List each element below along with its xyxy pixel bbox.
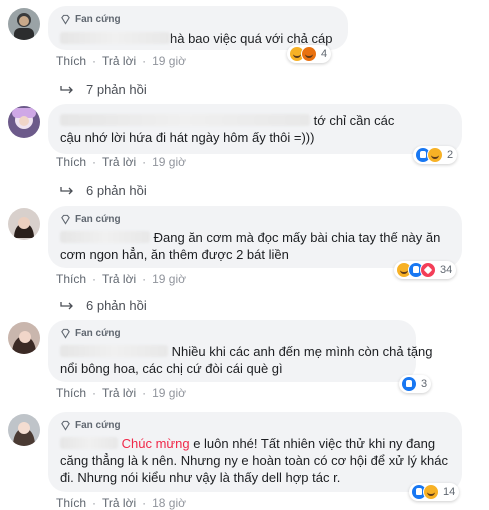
angry-icon <box>301 46 317 62</box>
view-replies[interactable]: 6 phản hồi <box>60 183 147 198</box>
diamond-icon <box>61 214 70 225</box>
comment-bubble: Fan cứng Chúc mừng e luôn nhé! Tất nhiên… <box>48 412 462 492</box>
comment-bubble: Fan cứng Nhiều khi các anh đến mẹ mình c… <box>48 320 433 382</box>
timestamp[interactable]: 18 giờ <box>152 496 186 510</box>
comment-actions: Thích · Trả lời · 19 giờ <box>56 54 186 68</box>
comment-text-line-1: e luôn nhé! Tất nhiên việc thử khi ny đa… <box>189 436 436 451</box>
commenter-name[interactable] <box>60 114 310 126</box>
view-replies[interactable]: 6 phản hồi <box>60 298 147 313</box>
like-link[interactable]: Thích <box>56 155 86 169</box>
commenter-name[interactable] <box>60 231 150 243</box>
diamond-icon <box>61 328 70 339</box>
replies-count[interactable]: 7 phản hồi <box>86 82 147 97</box>
comment-text: hà bao việc quá với chả cáp <box>170 31 333 46</box>
timestamp[interactable]: 19 giờ <box>152 155 186 169</box>
replies-count[interactable]: 6 phản hồi <box>86 183 147 198</box>
diamond-icon <box>61 420 70 431</box>
avatar[interactable] <box>8 414 40 446</box>
comment-text-line-2: cơm ngon hẳn, ăn thêm được 2 bát liền <box>60 247 289 262</box>
comment-text-line-3: đi. Nhưng nói kiểu như vậy là thấy dell … <box>60 470 341 485</box>
reaction-summary[interactable]: 4 <box>287 45 332 63</box>
comment-bubble: Fan cứng Đang ăn cơm mà đọc mấy bài chia… <box>48 206 462 268</box>
comment-actions: Thích · Trả lời · 19 giờ <box>56 155 186 169</box>
view-replies[interactable]: 7 phản hồi <box>60 82 147 97</box>
reaction-count: 14 <box>443 486 456 498</box>
avatar[interactable] <box>8 322 40 354</box>
comment-text-line-2: căng thẳng là k nên. Nhưng ny e hoàn toà… <box>60 453 449 468</box>
comment-text-line-1: Đang ăn cơm mà đọc mấy bài chia tay thế … <box>153 230 441 245</box>
reply-arrow-icon <box>60 301 73 309</box>
commenter-name[interactable] <box>60 345 168 357</box>
comment-text-line-2: cậu nhớ lời hứa đi hát ngày hôm ấy thôi … <box>60 130 315 145</box>
fan-badge: Fan cứng <box>60 12 336 26</box>
highlight-text: Chúc mừng <box>121 436 190 451</box>
reply-arrow-icon <box>60 186 73 194</box>
avatar[interactable] <box>8 208 40 240</box>
like-link[interactable]: Thích <box>56 496 86 510</box>
comment-actions: Thích · Trả lời · 18 giờ <box>56 496 186 510</box>
reaction-summary[interactable]: 34 <box>394 261 457 279</box>
comment-actions: Thích · Trả lời · 19 giờ <box>56 272 186 286</box>
haha-icon <box>427 147 443 163</box>
timestamp[interactable]: 19 giờ <box>152 272 186 286</box>
fan-badge-label: Fan cứng <box>75 13 121 25</box>
reaction-summary[interactable]: 3 <box>399 375 432 393</box>
comment-actions: Thích · Trả lời · 19 giờ <box>56 386 186 400</box>
commenter-name[interactable] <box>60 437 118 449</box>
avatar[interactable] <box>8 106 40 138</box>
haha-icon <box>423 484 439 500</box>
reaction-summary[interactable]: 2 <box>413 146 458 164</box>
like-link[interactable]: Thích <box>56 54 86 68</box>
love-icon <box>420 262 436 278</box>
fan-badge-label: Fan cứng <box>75 213 121 225</box>
reply-link[interactable]: Trả lời <box>102 496 136 510</box>
fan-badge-label: Fan cứng <box>75 419 121 431</box>
fan-badge: Fan cứng <box>60 418 450 432</box>
comment-text-line-2: nổi bông hoa, các chị cứ đòi cái què gì <box>60 361 283 376</box>
comment-text-line-1: Nhiều khi các anh đến mẹ mình còn chả tặ… <box>171 344 433 359</box>
like-link[interactable]: Thích <box>56 386 86 400</box>
reaction-count: 2 <box>447 149 454 161</box>
comment-bubble: Fan cứng hà bao việc quá với chả cáp <box>48 6 348 50</box>
reaction-count: 3 <box>421 378 428 390</box>
fan-badge-label: Fan cứng <box>75 327 121 339</box>
comment-bubble: tớ chỉ cần các cậu nhớ lời hứa đi hát ng… <box>48 104 462 154</box>
timestamp[interactable]: 19 giờ <box>152 386 186 400</box>
fan-badge: Fan cứng <box>60 212 450 226</box>
like-reaction-icon <box>401 376 417 392</box>
reaction-count: 34 <box>440 264 453 276</box>
like-link[interactable]: Thích <box>56 272 86 286</box>
reply-link[interactable]: Trả lời <box>102 155 136 169</box>
reply-link[interactable]: Trả lời <box>102 272 136 286</box>
fan-badge: Fan cứng <box>60 326 404 340</box>
diamond-icon <box>61 14 70 25</box>
reaction-count: 4 <box>321 48 328 60</box>
reply-link[interactable]: Trả lời <box>102 54 136 68</box>
comment-text-line-1: tớ chỉ cần các <box>313 113 395 128</box>
reply-arrow-icon <box>60 85 73 93</box>
reply-link[interactable]: Trả lời <box>102 386 136 400</box>
avatar[interactable] <box>8 8 40 40</box>
replies-count[interactable]: 6 phản hồi <box>86 298 147 313</box>
timestamp[interactable]: 19 giờ <box>152 54 186 68</box>
reaction-summary[interactable]: 14 <box>409 483 460 501</box>
commenter-name[interactable] <box>60 32 170 44</box>
